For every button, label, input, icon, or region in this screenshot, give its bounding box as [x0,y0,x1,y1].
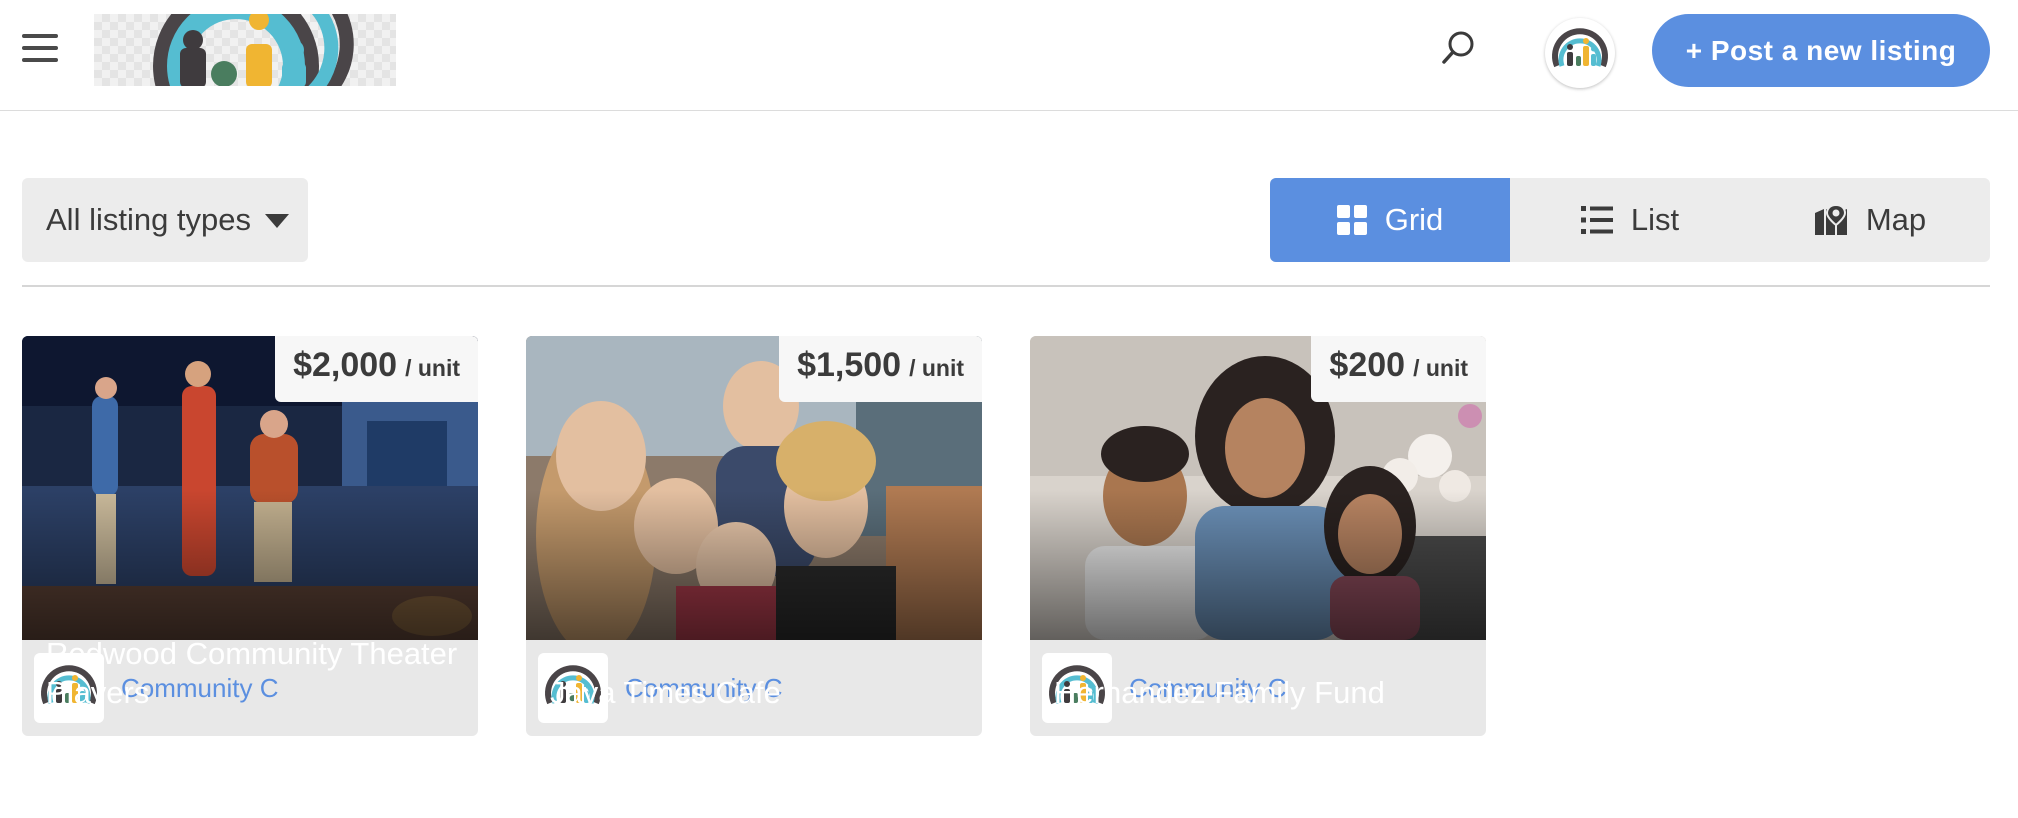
menu-line [22,58,58,62]
price-tag: $1,500 / unit [779,336,982,402]
avatar-logo-icon [1552,28,1608,68]
price-unit: / unit [1413,355,1468,381]
logo-icon [153,14,354,86]
view-map-button[interactable]: Map [1750,178,1990,262]
view-map-label: Map [1865,202,1927,237]
hamburger-menu-icon[interactable] [22,34,58,62]
view-grid-button[interactable]: Grid [1270,178,1510,262]
listing-type-label: All listing types [46,202,252,237]
view-list-label: List [1630,202,1680,237]
site-logo[interactable] [94,14,396,86]
section-divider [22,285,1990,287]
view-grid-label: Grid [1384,202,1444,237]
listing-card[interactable]: $200 / unit Hernandez Family Fund Commun… [1030,336,1486,736]
price-amount: $200 [1329,346,1406,384]
listing-card[interactable]: $1,500 / unit Java Times Cafe Community … [526,336,982,736]
menu-line [22,34,58,38]
search-icon [1442,31,1474,64]
listing-title[interactable]: Java Times Cafe [550,673,962,712]
listing-card[interactable]: $2,000 / unit Redwood Community Theater … [22,336,478,736]
price-tag: $200 / unit [1311,336,1486,402]
caret-down-icon [265,214,290,228]
listing-title[interactable]: Hernandez Family Fund [1054,673,1466,712]
price-unit: / unit [405,355,460,381]
menu-line [22,46,58,50]
price-amount: $1,500 [797,346,902,384]
post-new-listing-button[interactable]: + Post a new listing [1652,14,1990,87]
list-icon [1580,206,1613,234]
price-tag: $2,000 / unit [275,336,478,402]
listing-title[interactable]: Redwood Community Theater Players [46,634,458,712]
view-list-button[interactable]: List [1510,178,1750,262]
view-toggle: Grid List Map [1270,178,1990,262]
top-bar: + Post a new listing [0,0,2018,111]
map-pin-icon [1814,204,1847,235]
search-button[interactable] [1440,30,1476,66]
price-unit: / unit [909,355,964,381]
grid-icon [1336,205,1367,235]
listing-type-dropdown[interactable]: All listing types [22,178,308,262]
user-avatar[interactable] [1545,18,1615,88]
price-amount: $2,000 [293,346,398,384]
